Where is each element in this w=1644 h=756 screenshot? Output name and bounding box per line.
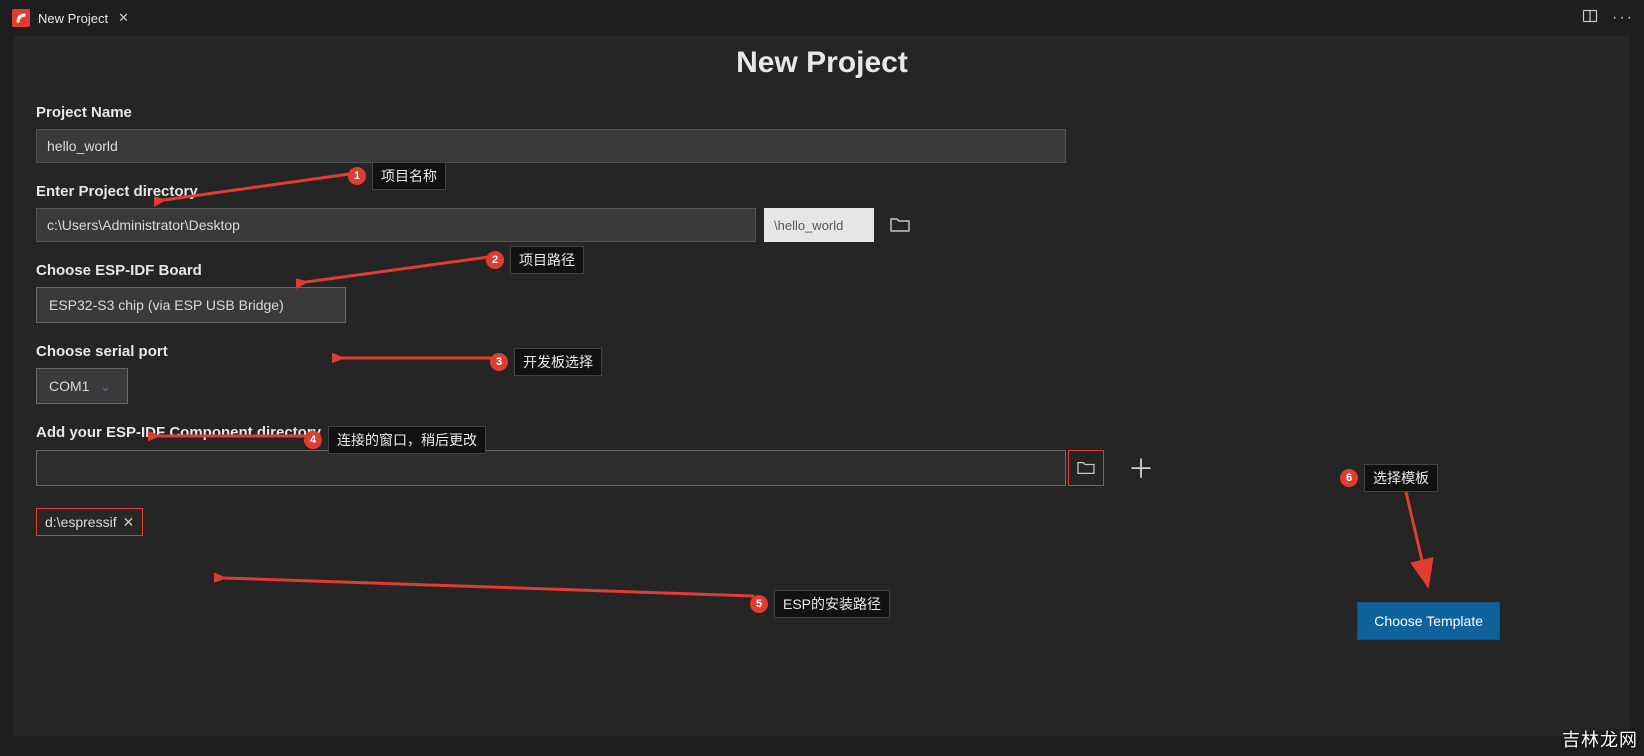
component-browse-button[interactable] <box>1068 450 1104 486</box>
project-directory-input[interactable] <box>36 208 756 242</box>
project-name-label: Project Name <box>36 104 1608 121</box>
titlebar: New Project ✕ ··· <box>0 0 1644 36</box>
editor-tab[interactable]: New Project ✕ <box>0 9 129 27</box>
board-select-value: ESP32-S3 chip (via ESP USB Bridge) <box>49 297 284 313</box>
annotation-badge: 5 <box>750 595 768 613</box>
chevron-down-icon: ⌄ <box>99 378 111 395</box>
new-project-panel: New Project Project Name Enter Project d… <box>14 36 1630 736</box>
add-component-button[interactable]: ＋ <box>1128 449 1154 486</box>
serial-port-label: Choose serial port <box>36 343 1608 360</box>
tab-title: New Project <box>38 11 108 26</box>
split-editor-icon[interactable] <box>1582 8 1598 29</box>
annotation-5: 5 ESP的安装路径 <box>750 590 890 618</box>
watermark: 吉林龙网 <box>1562 726 1638 752</box>
choose-template-button[interactable]: Choose Template <box>1357 602 1500 640</box>
page-title: New Project <box>14 46 1630 80</box>
component-path-chip[interactable]: d:\espressif ✕ <box>36 508 143 536</box>
serial-port-select[interactable]: COM1 ⌄ <box>36 368 128 404</box>
espressif-icon <box>12 9 30 27</box>
serial-port-value: COM1 <box>49 378 89 394</box>
board-label: Choose ESP-IDF Board <box>36 262 1608 279</box>
more-icon[interactable]: ··· <box>1612 9 1634 27</box>
project-directory-label: Enter Project directory <box>36 183 1608 200</box>
component-dir-label: Add your ESP-IDF Component directory <box>36 424 1608 441</box>
remove-chip-icon[interactable]: ✕ <box>123 514 135 531</box>
project-name-input[interactable] <box>36 129 1066 163</box>
annotation-label: ESP的安装路径 <box>774 590 890 618</box>
component-dir-input[interactable] <box>36 450 1066 486</box>
project-directory-suffix: \hello_world <box>764 208 874 242</box>
board-select[interactable]: ESP32-S3 chip (via ESP USB Bridge) <box>36 287 346 323</box>
close-icon[interactable]: ✕ <box>118 10 129 26</box>
component-path-value: d:\espressif <box>45 514 117 530</box>
new-project-form: Project Name Enter Project directory \he… <box>14 104 1630 536</box>
browse-directory-button[interactable] <box>886 211 914 239</box>
